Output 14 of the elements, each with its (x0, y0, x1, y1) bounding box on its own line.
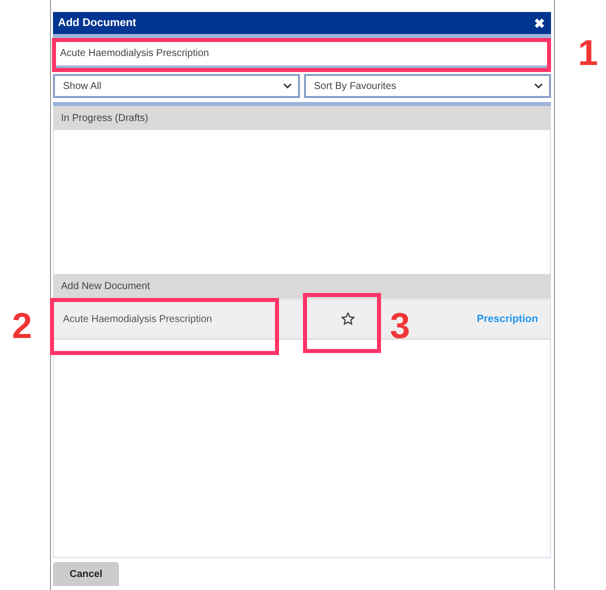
star-icon[interactable] (341, 312, 355, 326)
chevron-icon (283, 83, 292, 89)
annotation-number: 2 (12, 308, 32, 344)
cancel-button[interactable]: Cancel (53, 562, 119, 586)
document-name: Acute Haemodialysis Prescription (63, 314, 213, 324)
chevron-icon (534, 83, 543, 89)
section-header: Add New Document (53, 274, 551, 298)
dropdown[interactable]: Sort By Favourites (304, 74, 551, 98)
dialog-title: Add Document (58, 17, 136, 29)
close-icon[interactable]: ✖ (534, 16, 545, 30)
dropdown[interactable]: Show All (53, 74, 300, 98)
annotation-number: 1 (578, 35, 598, 71)
search-field[interactable]: Acute Haemodialysis Prescription (55, 40, 549, 66)
section-header: In Progress (Drafts) (53, 106, 551, 130)
